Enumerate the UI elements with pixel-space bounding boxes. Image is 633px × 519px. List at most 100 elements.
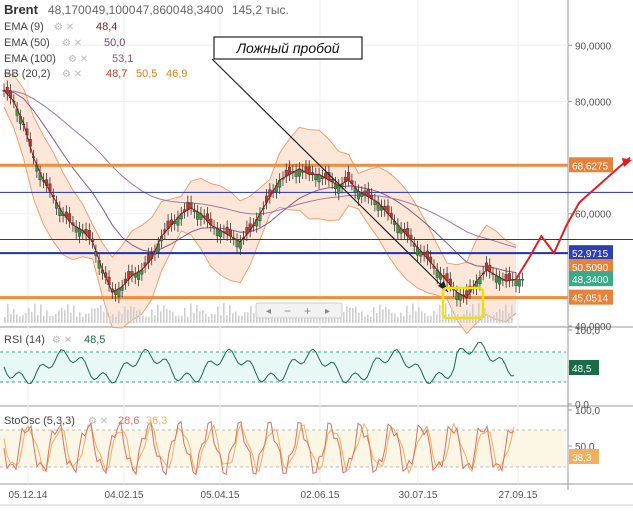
volume-bar: [40, 304, 42, 323]
volume-bar: [211, 313, 213, 323]
rsi-settings-icon[interactable]: ⚙ ✕: [52, 335, 72, 346]
volume-bar: [121, 314, 123, 323]
volume-bar: [70, 313, 72, 323]
volume-bar: [106, 307, 108, 323]
volume-bar: [196, 304, 198, 323]
volume-bar: [430, 315, 432, 323]
volume-bar: [193, 313, 195, 323]
volume-bar: [19, 316, 21, 323]
volume-bar: [184, 307, 186, 323]
volume-bar: [103, 311, 105, 323]
volume-bar: [478, 303, 480, 323]
volume-bar: [187, 316, 189, 323]
price-label-text: 52,9715: [572, 249, 609, 260]
volume-bar: [376, 313, 378, 323]
ema50-settings-icon[interactable]: ⚙ ✕: [62, 38, 82, 49]
candle-body: [455, 292, 459, 300]
volume-bar: [403, 316, 405, 323]
y-tick-label: 60,0000: [575, 210, 612, 221]
zoom-in-icon[interactable]: +: [304, 304, 311, 318]
volume-bar: [178, 315, 180, 323]
volume-bar: [244, 312, 246, 323]
candle-body: [484, 262, 488, 271]
volume-bar: [373, 307, 375, 323]
x-tick-label: 02.06.15: [301, 490, 340, 501]
candle-body: [521, 278, 525, 281]
volume-bar: [358, 312, 360, 323]
y-tick-label: 80,0000: [575, 97, 612, 108]
zoom-out-icon[interactable]: −: [284, 304, 291, 318]
volume-bar: [220, 315, 222, 323]
candle-body: [186, 202, 190, 211]
volume-bar: [16, 314, 18, 323]
volume-bar: [490, 315, 492, 323]
volume-bar: [253, 313, 255, 323]
volume-bar: [502, 310, 504, 323]
volume-bar: [367, 314, 369, 323]
x-tick-label: 04.02.15: [105, 490, 144, 501]
volume-bar: [157, 304, 159, 323]
x-tick-label: 30.07.15: [399, 490, 438, 501]
rsi-zone: [0, 352, 566, 382]
price-label-text: 45,0514: [572, 294, 609, 305]
volume-bar: [445, 303, 447, 323]
ema100-label: EMA (100): [4, 53, 56, 65]
volume-bar: [49, 315, 51, 323]
volume-bar: [385, 307, 387, 323]
x-tick-label: 27.09.15: [499, 490, 538, 501]
volume-bar: [355, 307, 357, 323]
volume-bar: [199, 311, 201, 323]
candle-body: [189, 202, 193, 209]
price-label-text: 68,6275: [572, 161, 609, 172]
volume-bar: [28, 308, 30, 323]
scroll-right-icon[interactable]: ▸: [325, 306, 330, 317]
volume-bar: [55, 313, 57, 323]
volume-bar: [7, 303, 9, 323]
volume-bar: [73, 305, 75, 323]
candle-body: [196, 211, 200, 220]
volume-bar: [124, 306, 126, 323]
volume-bar: [352, 308, 354, 323]
bb-middle-value: 50,5: [136, 68, 157, 80]
ema9-settings-icon[interactable]: ⚙ ✕: [54, 22, 74, 33]
y-tick-label: 90,0000: [575, 41, 612, 52]
volume-bar: [361, 311, 363, 323]
volume-bar: [79, 312, 81, 323]
volume-bar: [511, 304, 513, 323]
candle-body: [307, 166, 311, 175]
stoch-settings-icon[interactable]: ⚙ ✕: [88, 416, 108, 427]
low-value: 47,8600: [136, 3, 180, 17]
open-value: 48,1700: [48, 3, 92, 17]
volume-bar: [247, 312, 249, 323]
volume-bar: [136, 310, 138, 323]
candle-body: [356, 191, 360, 200]
volume-bar: [370, 316, 372, 323]
candle-body: [317, 174, 321, 183]
price-label-text: 48,3400: [572, 275, 609, 286]
volume-bar: [112, 314, 114, 323]
bb-settings-icon[interactable]: ⚙ ✕: [62, 69, 82, 80]
bb-lower-value: 46,9: [166, 68, 187, 80]
rsi-tick-label: 100,0: [575, 326, 600, 337]
volume-bar: [94, 308, 96, 323]
volume-bar: [424, 313, 426, 323]
volume-bar: [10, 314, 12, 323]
volume-bar: [223, 303, 225, 323]
volume-bar: [205, 313, 207, 323]
volume-bar: [190, 303, 192, 323]
volume-bar: [400, 312, 402, 323]
volume-bar: [232, 313, 234, 323]
scroll-left-icon[interactable]: ◂: [266, 306, 271, 317]
ema100-settings-icon[interactable]: ⚙ ✕: [68, 54, 88, 65]
volume-bar: [379, 304, 381, 323]
volume-bar: [406, 305, 408, 323]
volume-bar: [151, 309, 153, 323]
volume-bar: [433, 310, 435, 323]
annotation-text: Ложный пробой: [235, 40, 339, 56]
ema9-label: EMA (9): [4, 21, 44, 33]
volume-bar: [415, 311, 417, 323]
candle-body: [507, 273, 511, 281]
volume-bar: [133, 307, 135, 323]
volume-bar: [142, 315, 144, 323]
x-tick-label: 05.12.14: [9, 490, 48, 501]
